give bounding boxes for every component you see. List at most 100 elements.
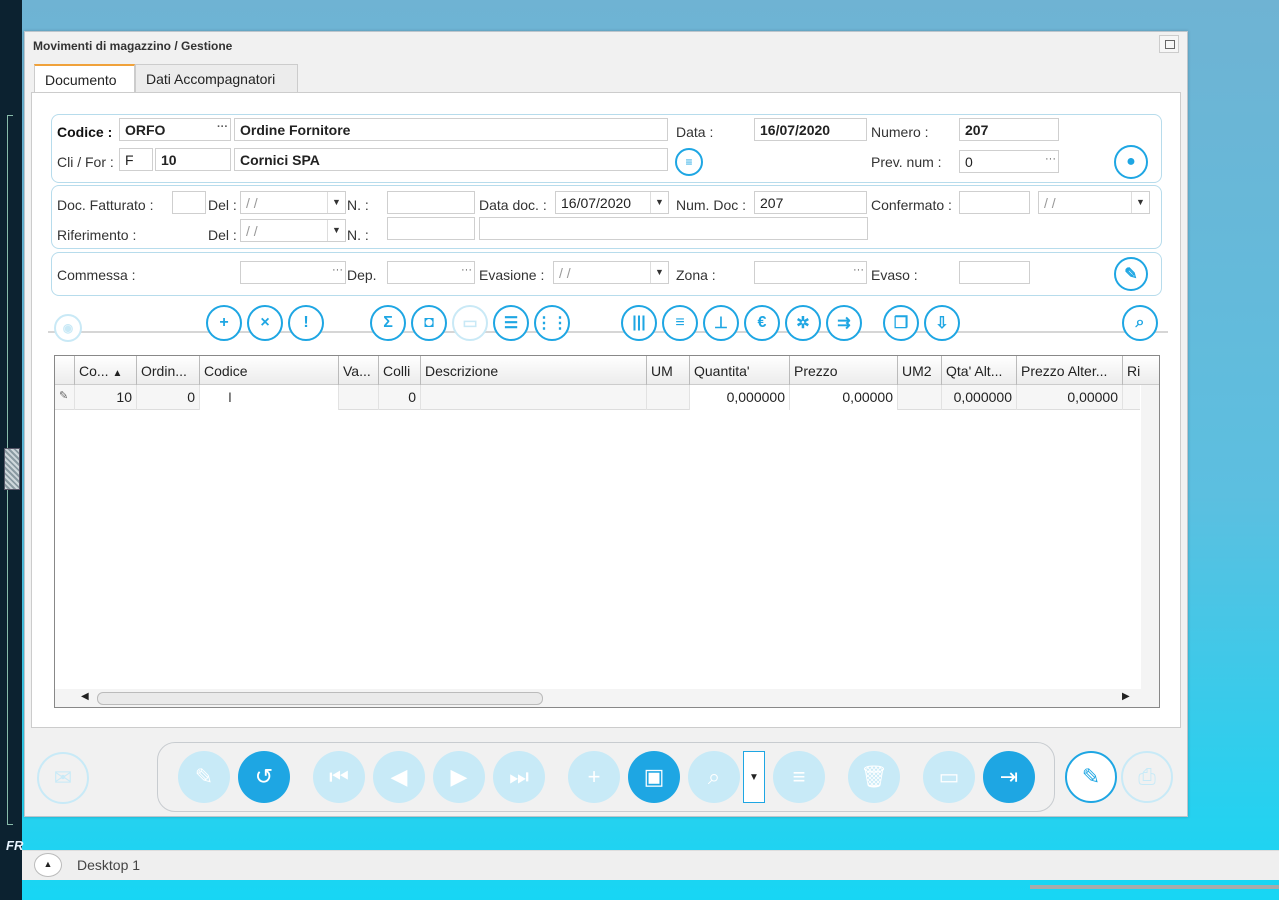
prevnum-input[interactable]: 0 ··· bbox=[959, 150, 1059, 173]
delete-row-icon[interactable]: × bbox=[247, 305, 283, 341]
n-input-1[interactable] bbox=[387, 191, 475, 214]
scroll-left-icon[interactable]: ◀ bbox=[81, 691, 89, 702]
edit-document-icon[interactable]: ✎ bbox=[1065, 751, 1117, 803]
sidebar-grip-handle[interactable] bbox=[4, 448, 20, 490]
column-header-ri[interactable]: Ri bbox=[1122, 356, 1141, 385]
numero-input[interactable]: 207 bbox=[959, 118, 1059, 141]
cell-um[interactable] bbox=[646, 385, 689, 410]
column-header-prezzo[interactable]: Prezzo bbox=[789, 356, 897, 385]
cell-ri[interactable] bbox=[1122, 385, 1140, 410]
first-record-icon[interactable]: ⏮ bbox=[313, 751, 365, 803]
scroll-thumb[interactable] bbox=[97, 692, 543, 705]
cell-qta-alt[interactable]: 0,000000 bbox=[941, 385, 1016, 410]
numdoc-input[interactable]: 207 bbox=[754, 191, 867, 214]
column-header-quantita[interactable]: Quantita' bbox=[689, 356, 789, 385]
data-input[interactable]: 16/07/2020 bbox=[754, 118, 867, 141]
transfer-icon[interactable]: ⇉ bbox=[826, 305, 862, 341]
column-header-ordine[interactable]: Ordin... bbox=[136, 356, 199, 385]
doc-fatturato-input[interactable] bbox=[172, 191, 206, 214]
add-row-icon[interactable]: + bbox=[206, 305, 242, 341]
cell-colli[interactable]: 0 bbox=[378, 385, 420, 410]
clifor-type-input[interactable]: F bbox=[119, 148, 153, 171]
column-header-prezzo-alt[interactable]: Prezzo Alter... bbox=[1016, 356, 1122, 385]
clifor-code-input[interactable]: 10 bbox=[155, 148, 231, 171]
chevron-down-icon[interactable]: ▼ bbox=[327, 192, 345, 213]
commessa-input[interactable]: ··· bbox=[240, 261, 346, 284]
dep-input[interactable]: ··· bbox=[387, 261, 475, 284]
prevnum-lookup-icon[interactable]: ··· bbox=[1045, 153, 1056, 165]
scroll-right-icon[interactable]: ▶ bbox=[1122, 691, 1130, 702]
cell-co[interactable]: 10 bbox=[74, 385, 136, 410]
cell-quantita[interactable]: 0,000000 bbox=[689, 385, 789, 410]
tab-dati-accompagnatori[interactable]: Dati Accompagnatori bbox=[135, 64, 298, 92]
table-row[interactable]: ✎ 10 0 I 0 0,000000 0,00000 0,000000 0,0… bbox=[55, 385, 1140, 410]
chevron-down-icon[interactable]: ▼ bbox=[327, 220, 345, 241]
chevron-down-icon[interactable]: ▼ bbox=[650, 192, 668, 213]
commessa-lookup-icon[interactable]: ··· bbox=[332, 264, 343, 276]
archive-icon[interactable]: ▭ bbox=[923, 751, 975, 803]
cell-prezzo-alt[interactable]: 0,00000 bbox=[1016, 385, 1122, 410]
column-header-colli[interactable]: Colli bbox=[378, 356, 420, 385]
euro-icon[interactable]: € bbox=[744, 305, 780, 341]
search-dropdown[interactable]: ▼ bbox=[743, 751, 765, 803]
camera-icon[interactable]: ◘ bbox=[411, 305, 447, 341]
card-icon[interactable]: ▭ bbox=[452, 305, 488, 341]
column-header-va[interactable]: Va... bbox=[338, 356, 378, 385]
previous-record-icon[interactable]: ◀ bbox=[373, 751, 425, 803]
print-icon[interactable]: ⎙ bbox=[1121, 751, 1173, 803]
cell-um2[interactable] bbox=[897, 385, 941, 410]
column-header-codice[interactable]: Codice bbox=[199, 356, 338, 385]
confermato-input[interactable] bbox=[959, 191, 1030, 214]
cell-ordine[interactable]: 0 bbox=[136, 385, 199, 410]
import-icon[interactable]: ⇩ bbox=[924, 305, 960, 341]
next-record-icon[interactable]: ▶ bbox=[433, 751, 485, 803]
confermato-date-input[interactable]: / / ▼ bbox=[1038, 191, 1150, 214]
exit-icon[interactable]: ⇥ bbox=[983, 751, 1035, 803]
del-date-input-1[interactable]: / / ▼ bbox=[240, 191, 346, 214]
user-icon[interactable]: ● bbox=[1114, 145, 1148, 179]
zona-input[interactable]: ··· bbox=[754, 261, 867, 284]
datadoc-input[interactable]: 16/07/2020 ▼ bbox=[555, 191, 669, 214]
zona-lookup-icon[interactable]: ··· bbox=[853, 264, 864, 276]
taskbar-up-button[interactable]: ▲ bbox=[34, 853, 62, 877]
list-icon[interactable]: ≡ bbox=[662, 305, 698, 341]
lightbulb-icon[interactable]: ! bbox=[288, 305, 324, 341]
save-icon[interactable]: ▣ bbox=[628, 751, 680, 803]
desktop-label[interactable]: Desktop 1 bbox=[77, 857, 140, 873]
grid-icon[interactable]: ⋮⋮ bbox=[534, 305, 570, 341]
column-header-um2[interactable]: UM2 bbox=[897, 356, 941, 385]
tab-documento[interactable]: Documento bbox=[34, 64, 135, 92]
horizontal-scrollbar[interactable]: ◀ ▶ bbox=[55, 689, 1159, 707]
cell-codice[interactable]: I bbox=[199, 385, 338, 410]
n-input-2[interactable] bbox=[387, 217, 475, 240]
gears-icon[interactable]: ✲ bbox=[785, 305, 821, 341]
codice-lookup-icon[interactable]: ··· bbox=[217, 121, 228, 133]
vertical-scrollbar[interactable] bbox=[1141, 385, 1159, 690]
del-date-input-2[interactable]: / / ▼ bbox=[240, 219, 346, 242]
edit-notes-icon[interactable]: ≡ bbox=[675, 148, 703, 176]
stack-icon[interactable]: ☰ bbox=[493, 305, 529, 341]
add-document-icon[interactable]: + bbox=[568, 751, 620, 803]
eye-icon[interactable]: ◉ bbox=[54, 314, 82, 342]
column-header-descrizione[interactable]: Descrizione bbox=[420, 356, 646, 385]
column-header-co[interactable]: Co... ▲ bbox=[74, 356, 136, 385]
chevron-down-icon[interactable]: ▼ bbox=[650, 262, 668, 283]
search-icon[interactable]: ⌕ bbox=[688, 751, 740, 803]
sum-icon[interactable]: Σ bbox=[370, 305, 406, 341]
evasione-date-input[interactable]: / / ▼ bbox=[553, 261, 669, 284]
mail-icon[interactable]: ✉ bbox=[37, 752, 89, 804]
cell-va[interactable] bbox=[338, 385, 378, 410]
last-record-icon[interactable]: ⏭ bbox=[493, 751, 545, 803]
cell-descrizione[interactable] bbox=[420, 385, 646, 410]
dep-lookup-icon[interactable]: ··· bbox=[461, 264, 472, 276]
barcode-icon[interactable]: ||| bbox=[621, 305, 657, 341]
column-header-qta-alt[interactable]: Qta' Alt... bbox=[941, 356, 1016, 385]
chevron-down-icon[interactable]: ▼ bbox=[1131, 192, 1149, 213]
list-view-icon[interactable]: ≡ bbox=[773, 751, 825, 803]
maximize-button[interactable] bbox=[1159, 35, 1179, 53]
new-document-icon[interactable]: ✎ bbox=[178, 751, 230, 803]
undo-icon[interactable]: ↺ bbox=[238, 751, 290, 803]
brush-icon[interactable]: ✎ bbox=[1114, 257, 1148, 291]
evaso-input[interactable] bbox=[959, 261, 1030, 284]
riferimento-desc-input[interactable] bbox=[479, 217, 868, 240]
